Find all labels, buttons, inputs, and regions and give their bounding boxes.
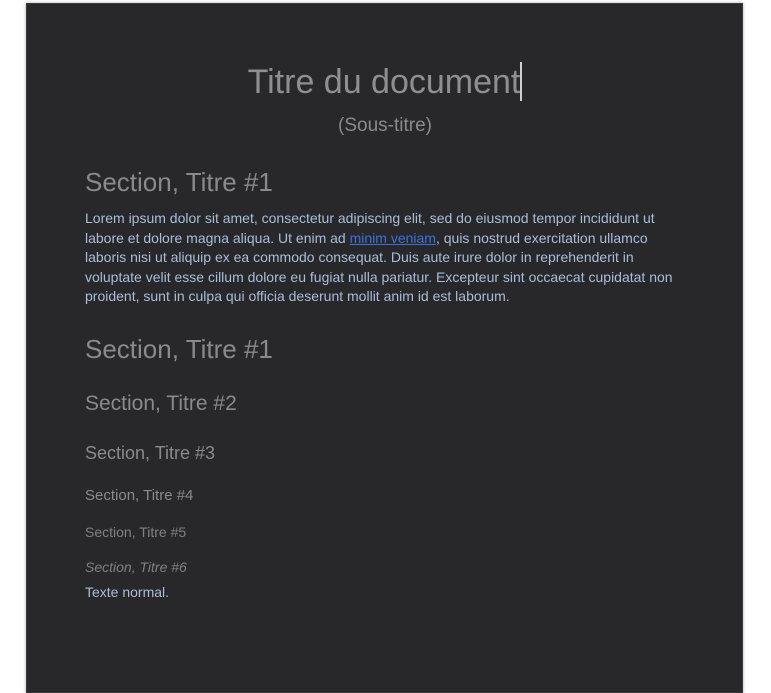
normal-text[interactable]: Texte normal. (85, 583, 169, 601)
heading-4[interactable]: Section, Titre #4 (85, 486, 193, 506)
document-subtitle[interactable]: (Sous-titre) (85, 114, 685, 138)
inline-link[interactable]: minim veniam (350, 230, 436, 246)
document-title[interactable]: Titre du document (85, 62, 685, 102)
body-paragraph[interactable]: Lorem ipsum dolor sit amet, consectetur … (85, 209, 688, 307)
heading-3[interactable]: Section, Titre #3 (85, 442, 215, 464)
heading-1[interactable]: Section, Titre #1 (85, 333, 273, 365)
text-cursor (520, 62, 523, 101)
heading-6[interactable]: Section, Titre #6 (85, 558, 187, 576)
document-title-text: Titre du document (247, 63, 521, 101)
document-page[interactable]: Titre du document (Sous-titre) Section, … (26, 3, 743, 693)
heading-1-section[interactable]: Section, Titre #1 (85, 166, 273, 198)
heading-5[interactable]: Section, Titre #5 (85, 523, 186, 541)
heading-2[interactable]: Section, Titre #2 (85, 391, 237, 417)
